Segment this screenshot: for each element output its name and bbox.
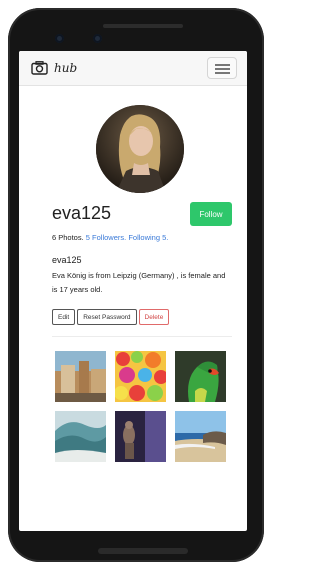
camera-logo-icon[interactable] <box>31 61 48 75</box>
followers-link[interactable]: 5 Followers. <box>86 233 126 242</box>
photo-image <box>175 351 226 402</box>
photo-thumbnail-2[interactable] <box>115 351 166 402</box>
photo-thumbnail-4[interactable] <box>55 411 106 462</box>
photo-image <box>115 411 166 462</box>
photo-thumbnail-5[interactable] <box>115 411 166 462</box>
photo-thumbnail-1[interactable] <box>55 351 106 402</box>
username: eva125 <box>52 203 112 223</box>
navbar: hub <box>19 51 247 86</box>
edit-button[interactable]: Edit <box>52 309 76 325</box>
phone-sensor <box>93 34 102 43</box>
avatar <box>96 105 184 193</box>
avatar-photo <box>96 105 184 193</box>
hamburger-line <box>215 68 230 70</box>
photo-image <box>175 411 226 462</box>
photo-image <box>55 411 106 462</box>
bio-name: eva125 <box>52 255 82 265</box>
follow-button[interactable]: Follow <box>190 202 232 226</box>
delete-button[interactable]: Delete <box>138 309 170 325</box>
following-link[interactable]: Following 5. <box>128 233 168 242</box>
hamburger-line <box>215 72 230 74</box>
reset-password-button[interactable]: Reset Password <box>77 309 137 325</box>
phone-camera <box>55 34 64 43</box>
app-screen: hub eva125 Follow 6 Photos. 5 Followers.… <box>19 51 247 531</box>
brand-name[interactable]: hub <box>54 61 77 75</box>
phone-home-bar <box>98 548 188 554</box>
phone-speaker <box>103 24 183 28</box>
profile-stats: 6 Photos. 5 Followers. Following 5. <box>52 233 168 242</box>
profile-actions: Edit Reset Password Delete <box>52 309 170 325</box>
photos-count: 6 Photos. <box>52 233 84 242</box>
hamburger-menu-icon <box>215 64 230 66</box>
divider <box>52 336 232 337</box>
photo-thumbnail-6[interactable] <box>175 411 226 462</box>
photo-image <box>55 351 106 402</box>
menu-toggle-button[interactable] <box>207 57 237 79</box>
photo-image <box>115 351 166 402</box>
photo-thumbnail-3[interactable] <box>175 351 226 402</box>
bio-text: Eva König is from Leipzig (Germany) , is… <box>52 271 226 294</box>
